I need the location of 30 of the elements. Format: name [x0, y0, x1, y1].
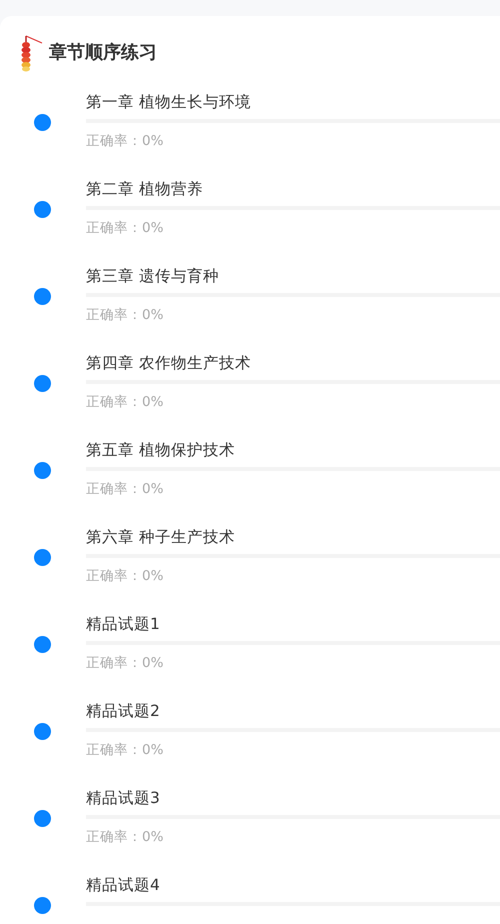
chapter-title[interactable]: 精品试题2 — [86, 700, 500, 722]
status-dot — [34, 636, 50, 653]
status-dot — [34, 201, 50, 218]
status-dot — [34, 897, 50, 914]
chapter-title[interactable]: 第一章 植物生长与环境 — [86, 91, 500, 113]
accuracy-text: 正确率：0% — [86, 219, 164, 238]
chapter-title[interactable]: 精品试题3 — [86, 787, 500, 809]
status-dot — [34, 723, 50, 740]
chapter-title[interactable]: 第五章 植物保护技术 — [86, 439, 500, 461]
accuracy-text: 正确率：0% — [86, 828, 164, 847]
accuracy-text: 正确率：0% — [86, 393, 164, 412]
chapter-title[interactable]: 第三章 遗传与育种 — [86, 265, 500, 287]
accuracy-text: 正确率：0% — [86, 741, 164, 760]
chapter-title[interactable]: 第六章 种子生产技术 — [86, 526, 500, 548]
chapter-title[interactable]: 第二章 植物营养 — [86, 178, 500, 200]
status-dot — [34, 810, 50, 827]
accuracy-text: 正确率：0% — [86, 132, 164, 151]
status-dot — [34, 375, 50, 392]
chapter-title[interactable]: 精品试题4 — [86, 874, 500, 896]
section-title: 章节顺序练习 — [49, 41, 157, 64]
accuracy-text: 正确率：0% — [86, 654, 164, 673]
accuracy-text: 正确率：0% — [86, 480, 164, 499]
accuracy-text: 正确率：0% — [86, 306, 164, 325]
chapter-title[interactable]: 第四章 农作物生产技术 — [86, 352, 500, 374]
status-dot — [34, 288, 50, 305]
status-dot — [34, 549, 50, 566]
accuracy-text: 正确率：0% — [86, 567, 164, 586]
chapter-title[interactable]: 精品试题1 — [86, 613, 500, 635]
status-dot — [34, 462, 50, 479]
status-dot — [34, 114, 50, 131]
